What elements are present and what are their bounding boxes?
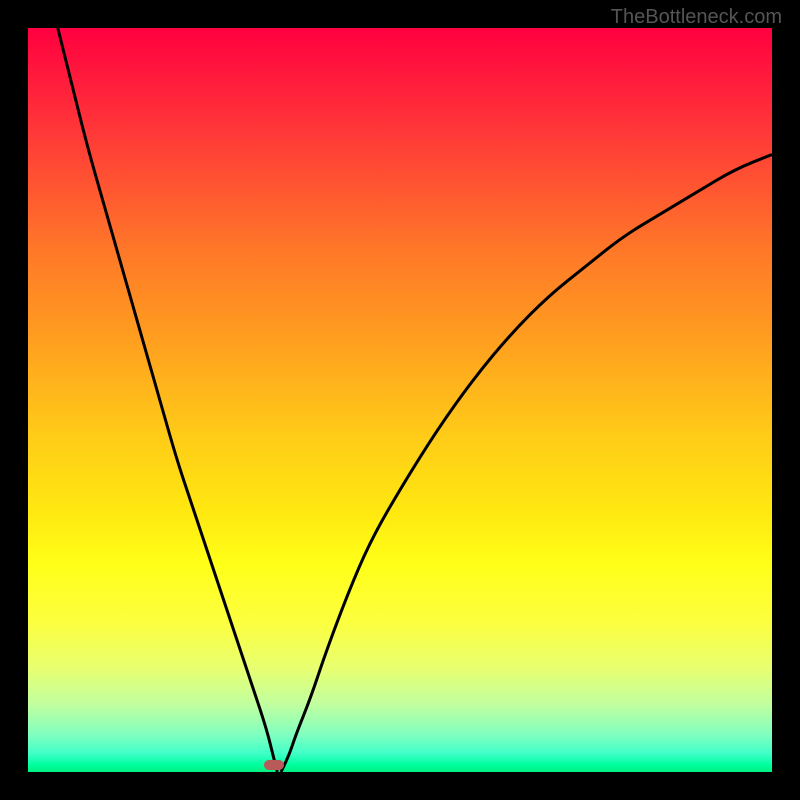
watermark-text: TheBottleneck.com xyxy=(611,6,782,29)
curve-left-branch xyxy=(58,28,277,772)
minimum-marker xyxy=(264,760,284,770)
curve-right-branch xyxy=(281,154,772,772)
plot-area xyxy=(28,28,772,772)
curve-svg xyxy=(28,28,772,772)
